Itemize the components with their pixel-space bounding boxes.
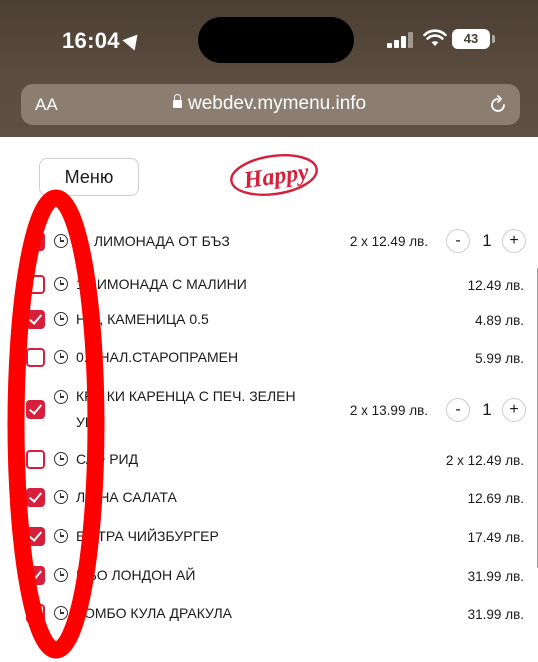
quantity-value: 1 bbox=[482, 400, 492, 419]
item-name: НА , КАМЕНИЦА 0.5 bbox=[76, 311, 209, 327]
item-checkbox[interactable] bbox=[26, 488, 45, 507]
item-checkbox[interactable] bbox=[26, 400, 45, 419]
item-price: 31.99 лв. bbox=[467, 569, 524, 584]
item-price: 31.99 лв. bbox=[467, 607, 524, 622]
clock-icon bbox=[54, 234, 68, 248]
item-price: 2 x 13.99 лв. bbox=[349, 403, 428, 418]
increase-button[interactable]: + bbox=[502, 398, 526, 422]
item-checkbox[interactable] bbox=[26, 348, 45, 367]
quantity-stepper: - 1 + bbox=[446, 398, 528, 424]
item-checkbox[interactable] bbox=[26, 232, 45, 251]
item-checkbox[interactable] bbox=[26, 527, 45, 546]
increase-button[interactable]: + bbox=[502, 229, 526, 253]
clock-icon bbox=[54, 568, 68, 582]
item-name: ЛЯ НА САЛАТА bbox=[76, 489, 177, 505]
item-name: ЕК ТРА ЧИЙЗБУРГЕР bbox=[76, 528, 219, 544]
clock-icon bbox=[54, 606, 68, 620]
clock-icon bbox=[54, 277, 68, 291]
clock-icon bbox=[54, 312, 68, 326]
item-name: МБО ЛОНДОН АЙ bbox=[76, 567, 196, 583]
item-price: 4.89 лв. bbox=[475, 313, 524, 328]
item-name: САФ РИД bbox=[76, 451, 139, 467]
clock-icon bbox=[54, 452, 68, 466]
item-name: КРЕ КИ КАРЕНЦА С ПЕЧ. ЗЕЛЕН УЦИ bbox=[76, 388, 296, 430]
item-price: 2 x 12.49 лв. bbox=[445, 453, 524, 468]
item-checkbox[interactable] bbox=[26, 275, 45, 294]
clock-icon bbox=[54, 350, 68, 364]
decrease-button[interactable]: - bbox=[446, 229, 470, 253]
item-price: 2 x 12.49 лв. bbox=[349, 234, 428, 249]
item-name: П. ЛИМОНАДА ОТ БЪЗ bbox=[76, 233, 230, 249]
clock-icon bbox=[54, 390, 68, 404]
item-price: 12.69 лв. bbox=[467, 491, 524, 506]
clock-icon bbox=[54, 490, 68, 504]
item-price: 12.49 лв. bbox=[467, 278, 524, 293]
order-list: П. ЛИМОНАДА ОТ БЪЗ 2 x 12.49 лв. - 1 + 1… bbox=[0, 0, 538, 662]
item-price: 17.49 лв. bbox=[467, 530, 524, 545]
quantity-value: 1 bbox=[482, 231, 492, 250]
item-checkbox[interactable] bbox=[26, 450, 45, 469]
clock-icon bbox=[54, 529, 68, 543]
item-price: 5.99 лв. bbox=[475, 351, 524, 366]
quantity-stepper: - 1 + bbox=[446, 229, 528, 255]
item-checkbox[interactable] bbox=[26, 310, 45, 329]
item-name: 1 ЛИМОНАДА С МАЛИНИ bbox=[76, 276, 247, 292]
item-name: 0.5 НАЛ.СТАРОПРАМЕН bbox=[76, 349, 239, 365]
item-checkbox[interactable] bbox=[26, 566, 45, 585]
item-name: КОМБО КУЛА ДРАКУЛА bbox=[76, 605, 233, 621]
item-checkbox[interactable] bbox=[26, 604, 45, 623]
decrease-button[interactable]: - bbox=[446, 398, 470, 422]
